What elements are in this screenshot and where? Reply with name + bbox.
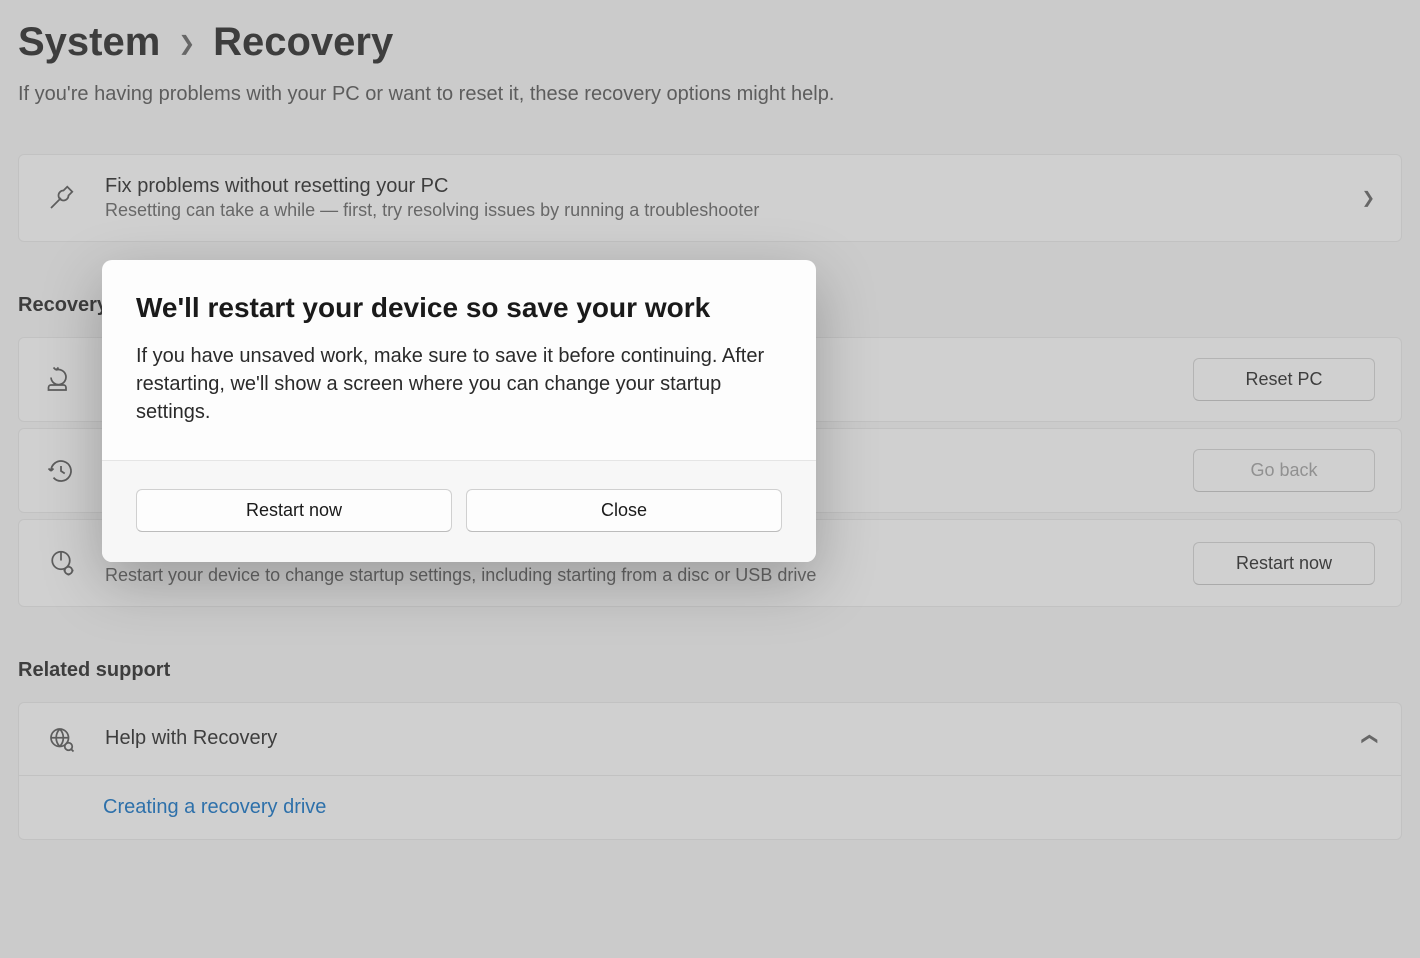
dialog-body-text: If you have unsaved work, make sure to s… bbox=[136, 342, 782, 426]
dialog-close-button[interactable]: Close bbox=[466, 489, 782, 532]
dialog-title: We'll restart your device so save your w… bbox=[136, 292, 782, 324]
dialog-restart-button[interactable]: Restart now bbox=[136, 489, 452, 532]
restart-dialog: We'll restart your device so save your w… bbox=[102, 260, 816, 562]
